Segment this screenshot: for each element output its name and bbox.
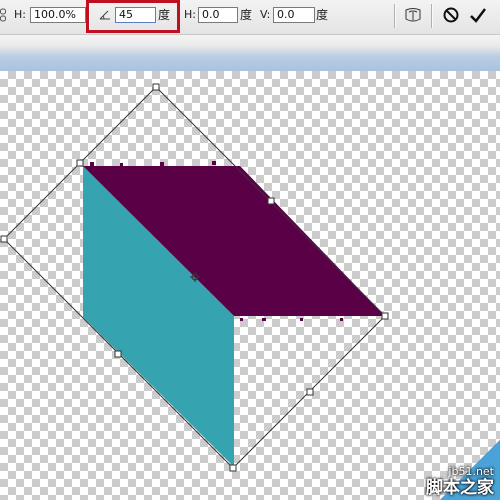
transform-artwork (0, 83, 389, 472)
handle-bottom-left[interactable] (114, 350, 122, 358)
handle-bottom[interactable] (229, 464, 237, 472)
watermark-name: 脚本之家 (426, 478, 494, 498)
handle-left[interactable] (0, 235, 8, 243)
handle-bottom-right[interactable] (306, 388, 314, 396)
handle-top[interactable] (152, 83, 160, 91)
handle-top-right[interactable] (267, 197, 275, 205)
handle-right[interactable] (381, 312, 389, 320)
watermark-url: jb51.net (448, 465, 494, 478)
handle-top-left[interactable] (76, 159, 84, 167)
watermark: jb51.net 脚本之家 (426, 465, 494, 498)
